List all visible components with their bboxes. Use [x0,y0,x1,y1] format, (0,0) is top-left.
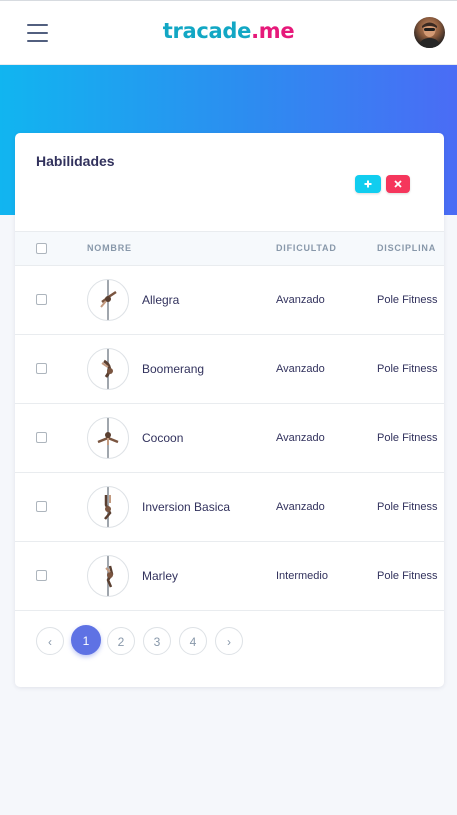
skill-thumbnail [87,348,129,390]
skill-difficulty: Intermedio [276,570,328,582]
skill-thumbnail [87,486,129,528]
skill-thumbnail [87,555,129,597]
table-header: NOMBRE DIFICULTAD DISCIPLINA [15,231,444,266]
row-checkbox[interactable] [36,363,47,374]
skill-discipline: Pole Fitness [377,294,438,306]
skill-thumbnail [87,279,129,321]
column-header-disciplina[interactable]: DISCIPLINA [377,243,436,253]
skill-difficulty: Avanzado [276,294,325,306]
table-row[interactable]: Allegra Avanzado Pole Fitness [15,265,444,335]
column-header-nombre[interactable]: NOMBRE [87,243,132,253]
row-checkbox[interactable] [36,501,47,512]
delete-button[interactable] [386,175,410,193]
skill-thumbnail [87,417,129,459]
table-row[interactable]: Inversion Basica Avanzado Pole Fitness [15,472,444,542]
skill-name[interactable]: Marley [142,569,178,583]
plus-icon [364,180,372,188]
pagination-page-3[interactable]: 3 [143,627,171,655]
row-checkbox[interactable] [36,432,47,443]
brand-name: tracade [162,19,252,43]
card-title: Habilidades [36,153,115,169]
skill-name[interactable]: Boomerang [142,362,204,376]
brand-suffix: .me [251,19,295,43]
times-icon [394,180,402,188]
table-row[interactable]: Boomerang Avanzado Pole Fitness [15,334,444,404]
skill-difficulty: Avanzado [276,363,325,375]
select-all-checkbox[interactable] [36,243,47,254]
table-row[interactable]: Cocoon Avanzado Pole Fitness [15,403,444,473]
pagination-page-1[interactable]: 1 [71,625,101,655]
skill-difficulty: Avanzado [276,432,325,444]
top-divider [0,0,457,1]
top-navbar: tracade.me [0,0,457,65]
pagination-prev-button[interactable]: ‹ [36,627,64,655]
brand-logo[interactable]: tracade.me [0,19,457,43]
table-row[interactable]: Marley Intermedio Pole Fitness [15,541,444,611]
skills-card: Habilidades NOMBRE DIFICULTAD DISCIPLINA… [15,133,444,687]
skill-name[interactable]: Inversion Basica [142,500,230,514]
column-header-dificultad[interactable]: DIFICULTAD [276,243,337,253]
pagination-page-4[interactable]: 4 [179,627,207,655]
skill-discipline: Pole Fitness [377,363,438,375]
skill-discipline: Pole Fitness [377,501,438,513]
user-avatar[interactable] [414,17,445,48]
skill-name[interactable]: Cocoon [142,431,183,445]
skill-difficulty: Avanzado [276,501,325,513]
pagination-page-2[interactable]: 2 [107,627,135,655]
skill-name[interactable]: Allegra [142,293,179,307]
pagination-next-button[interactable]: › [215,627,243,655]
row-checkbox[interactable] [36,570,47,581]
row-checkbox[interactable] [36,294,47,305]
add-button[interactable] [355,175,381,193]
skill-discipline: Pole Fitness [377,432,438,444]
skill-discipline: Pole Fitness [377,570,438,582]
